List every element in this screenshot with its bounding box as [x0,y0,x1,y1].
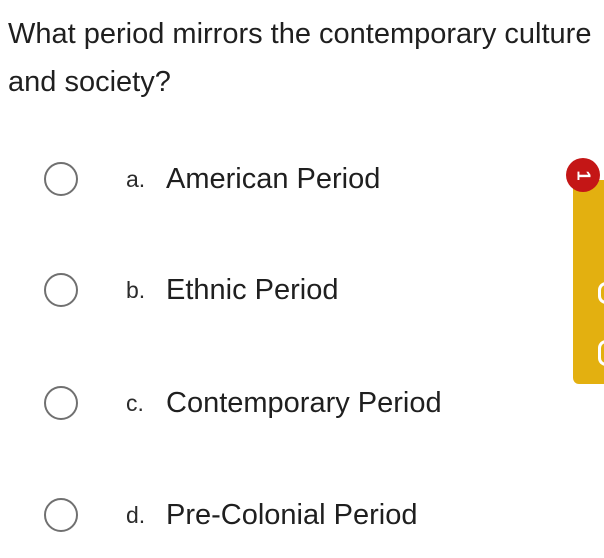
option-label-c: Contemporary Period [166,386,442,419]
radio-button-d[interactable] [44,498,78,532]
radio-button-c[interactable] [44,386,78,420]
option-label-a: American Period [166,162,381,195]
option-label-d: Pre-Colonial Period [166,498,418,531]
tab-bracket-icon [598,282,604,304]
notification-badge[interactable]: 1 [566,158,600,192]
option-letter-d: d. [126,501,146,528]
badge-count: 1 [573,169,594,181]
option-c[interactable]: c. Contemporary Period [44,383,442,423]
option-d[interactable]: d. Pre-Colonial Period [44,495,417,535]
option-letter-a: a. [126,165,146,192]
option-letter-b: b. [126,276,146,303]
radio-button-a[interactable] [44,162,78,196]
tab-bracket-icon [598,340,604,366]
option-a[interactable]: a. American Period [44,159,380,199]
side-panel-tab[interactable] [573,180,604,384]
answer-options: a. American Period b. Ethnic Period c. C… [0,0,604,558]
option-letter-c: c. [126,389,144,416]
option-label-b: Ethnic Period [166,273,339,306]
option-b[interactable]: b. Ethnic Period [44,270,339,310]
radio-button-b[interactable] [44,273,78,307]
